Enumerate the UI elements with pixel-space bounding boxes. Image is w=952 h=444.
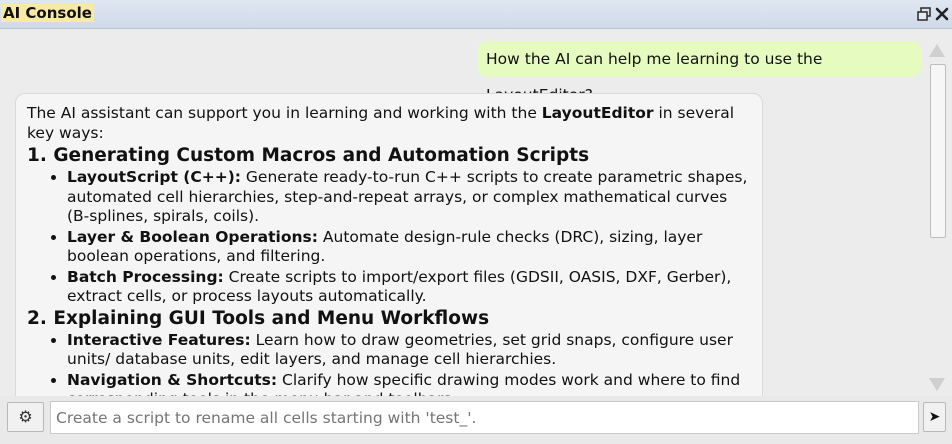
list-item-label: Batch Processing: — [67, 267, 224, 286]
restore-icon[interactable] — [916, 6, 932, 22]
ai-intro: The AI assistant can support you in lear… — [27, 104, 752, 143]
scrollbar-thumb[interactable] — [930, 64, 946, 238]
list-item: Batch Processing: Create scripts to impo… — [67, 268, 752, 307]
list-item-label: LayoutScript (C++): — [67, 168, 241, 186]
ai-intro-bold: LayoutEditor — [541, 104, 654, 122]
section-list-2: Interactive Features: Learn how to draw … — [27, 331, 752, 397]
list-item-label: Navigation & Shortcuts: — [67, 370, 278, 389]
close-icon[interactable] — [934, 6, 950, 22]
list-item: Layer & Boolean Operations: Automate des… — [67, 228, 752, 267]
list-item-label: Interactive Features: — [67, 330, 251, 349]
ai-intro-prefix: The AI assistant can support you in lear… — [27, 104, 542, 122]
send-button[interactable]: ➤ — [923, 402, 946, 432]
user-message-bubble: How the AI can help me learning to use t… — [477, 41, 921, 104]
scroll-up-icon[interactable] — [929, 44, 945, 57]
settings-button[interactable]: ⚙ — [7, 402, 44, 432]
section-heading-2: 2. Explaining GUI Tools and Menu Workflo… — [27, 307, 490, 329]
prompt-input[interactable] — [50, 401, 919, 434]
ai-message-bubble: The AI assistant can support you in lear… — [15, 93, 763, 396]
send-icon: ➤ — [928, 409, 941, 425]
list-item: Navigation & Shortcuts: Clarify how spec… — [67, 371, 752, 397]
list-item-label: Layer & Boolean Operations: — [67, 227, 318, 246]
section-heading-1: 1. Generating Custom Macros and Automati… — [27, 145, 590, 166]
title-bar: AI Console — [0, 0, 952, 29]
window-title: AI Console — [1, 4, 94, 22]
section-list-1: LayoutScript (C++): Generate ready-to-ru… — [27, 168, 752, 307]
scroll-down-icon[interactable] — [929, 378, 945, 391]
list-item: LayoutScript (C++): Generate ready-to-ru… — [67, 168, 752, 227]
chat-area: How the AI can help me learning to use t… — [0, 29, 928, 396]
gear-icon: ⚙ — [18, 407, 33, 426]
list-item: Interactive Features: Learn how to draw … — [67, 331, 752, 370]
